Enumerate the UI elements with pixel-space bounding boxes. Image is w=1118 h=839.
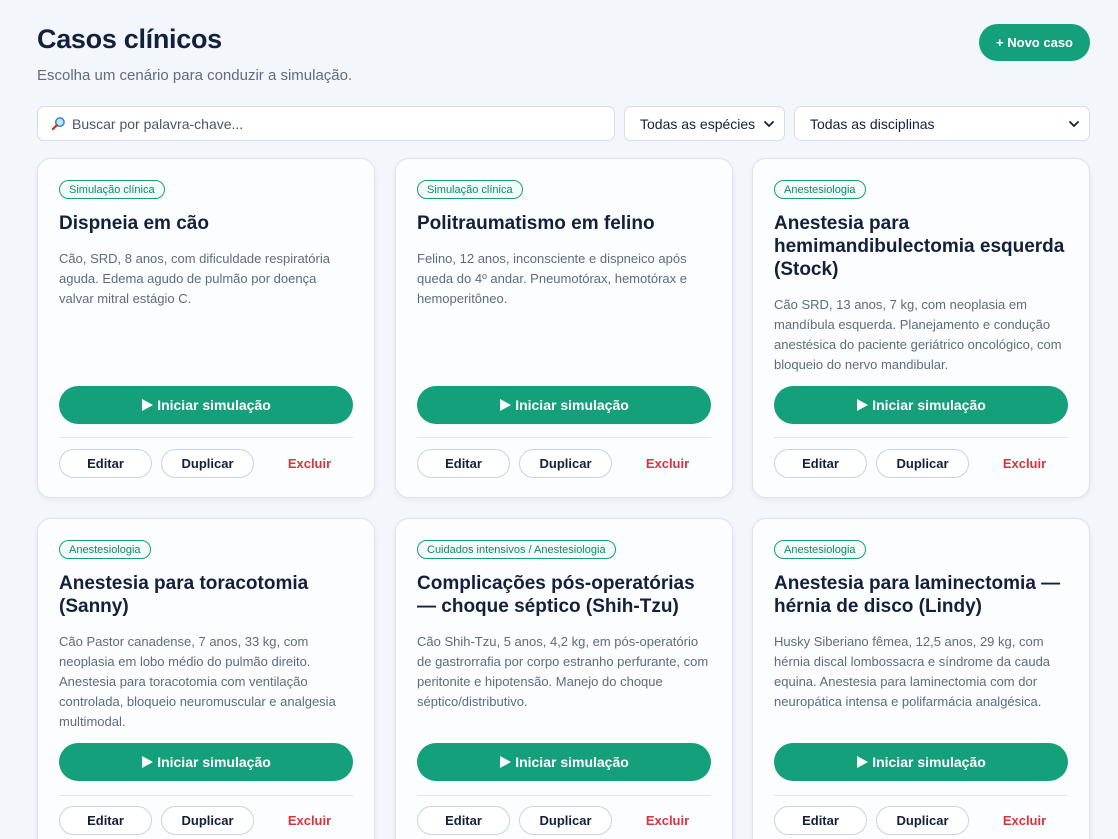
case-card-body: Simulação clínica Politraumatismo em fel… [417,159,711,497]
play-icon [857,756,869,768]
edit-button[interactable]: Editar [417,449,510,478]
case-tag: Cuidados intensivos / Anestesiologia [417,540,616,559]
start-simulation-label: Iniciar simulação [157,754,271,770]
case-title: Anestesia para laminectomia — hérnia de … [774,573,1061,617]
start-simulation-label: Iniciar simulação [872,754,986,770]
case-card-body: Anestesiologia Anestesia para hemimandib… [774,159,1068,497]
card-actions: Editar Duplicar Excluir [59,449,353,478]
page-title: Casos clínicos [37,24,222,54]
start-simulation-button[interactable]: Iniciar simulação [417,386,711,424]
search-input[interactable] [72,115,614,132]
chevron-down-icon [1069,120,1079,127]
case-description: Cão, SRD, 8 anos, com dificuldade respir… [59,251,330,306]
duplicate-button[interactable]: Duplicar [519,449,612,478]
filter-bar: Todas as espécies Todas as disciplinas [37,106,1090,141]
play-icon [857,399,869,411]
duplicate-button[interactable]: Duplicar [519,806,612,835]
case-card-body: Simulação clínica Dispneia em cão Cão, S… [59,159,353,497]
case-card: Anestesiologia Anestesia para toracotomi… [37,518,375,839]
case-title: Politraumatismo em felino [417,213,655,234]
start-simulation-button[interactable]: Iniciar simulação [59,743,353,781]
case-card: Anestesiologia Anestesia para hemimandib… [752,158,1090,498]
card-actions: Editar Duplicar Excluir [59,806,353,835]
case-card: Anestesiologia Anestesia para laminectom… [752,518,1090,839]
discipline-select-value: Todas as disciplinas [810,115,935,132]
case-title: Anestesia para hemimandibulectomia esque… [774,213,1065,280]
case-description: Husky Siberiano fêmea, 12,5 anos, 29 kg,… [774,634,1051,709]
card-actions: Editar Duplicar Excluir [774,449,1068,478]
edit-button[interactable]: Editar [774,806,867,835]
discipline-select[interactable]: Todas as disciplinas [794,106,1090,141]
card-divider [417,437,711,438]
start-simulation-button[interactable]: Iniciar simulação [59,386,353,424]
species-select[interactable]: Todas as espécies [624,106,785,141]
page-header: Casos clínicos Escolha um cenário para c… [37,24,352,84]
delete-button[interactable]: Excluir [263,806,356,835]
case-title: Complicações pós-operatórias — choque sé… [417,573,695,617]
case-description: Cão Pastor canadense, 7 anos, 33 kg, com… [59,634,336,729]
delete-button[interactable]: Excluir [978,806,1071,835]
case-title: Dispneia em cão [59,213,209,234]
card-divider [774,437,1068,438]
case-card: Simulação clínica Dispneia em cão Cão, S… [37,158,375,498]
start-simulation-button[interactable]: Iniciar simulação [417,743,711,781]
case-card-body: Anestesiologia Anestesia para laminectom… [774,519,1068,839]
card-divider [774,795,1068,796]
card-divider [417,795,711,796]
search-icon [51,117,65,131]
play-icon [142,756,154,768]
edit-button[interactable]: Editar [417,806,510,835]
play-icon [142,399,154,411]
chevron-down-icon [764,120,774,127]
case-description: Cão SRD, 13 anos, 7 kg, com neoplasia em… [774,297,1062,372]
case-card-body: Anestesiologia Anestesia para toracotomi… [59,519,353,839]
edit-button[interactable]: Editar [59,806,152,835]
delete-button[interactable]: Excluir [978,449,1071,478]
case-card-body: Cuidados intensivos / Anestesiologia Com… [417,519,711,839]
card-divider [59,437,353,438]
card-actions: Editar Duplicar Excluir [417,806,711,835]
case-tag: Simulação clínica [417,180,523,199]
case-tag: Simulação clínica [59,180,165,199]
case-description: Cão Shih-Tzu, 5 anos, 4,2 kg, em pós-ope… [417,634,709,709]
species-select-value: Todas as espécies [640,115,756,132]
case-description: Felino, 12 anos, inconsciente e dispneic… [417,251,687,306]
start-simulation-button[interactable]: Iniciar simulação [774,386,1068,424]
delete-button[interactable]: Excluir [621,449,714,478]
duplicate-button[interactable]: Duplicar [876,806,969,835]
search-box[interactable] [37,106,615,141]
case-tag: Anestesiologia [774,180,866,199]
edit-button[interactable]: Editar [59,449,152,478]
start-simulation-label: Iniciar simulação [157,397,271,413]
case-tag: Anestesiologia [59,540,151,559]
delete-button[interactable]: Excluir [621,806,714,835]
case-tag: Anestesiologia [774,540,866,559]
case-card: Simulação clínica Politraumatismo em fel… [395,158,733,498]
duplicate-button[interactable]: Duplicar [161,449,254,478]
case-card: Cuidados intensivos / Anestesiologia Com… [395,518,733,839]
case-title: Anestesia para toracotomia (Sanny) [59,573,309,617]
card-actions: Editar Duplicar Excluir [417,449,711,478]
page-subtitle: Escolha um cenário para conduzir a simul… [37,67,353,84]
start-simulation-label: Iniciar simulação [872,397,986,413]
duplicate-button[interactable]: Duplicar [161,806,254,835]
card-actions: Editar Duplicar Excluir [774,806,1068,835]
duplicate-button[interactable]: Duplicar [876,449,969,478]
delete-button[interactable]: Excluir [263,449,356,478]
new-case-button[interactable]: + Novo caso [979,24,1090,61]
card-divider [59,795,353,796]
edit-button[interactable]: Editar [774,449,867,478]
start-simulation-button[interactable]: Iniciar simulação [774,743,1068,781]
play-icon [500,399,512,411]
start-simulation-label: Iniciar simulação [515,397,629,413]
play-icon [500,756,512,768]
start-simulation-label: Iniciar simulação [515,754,629,770]
